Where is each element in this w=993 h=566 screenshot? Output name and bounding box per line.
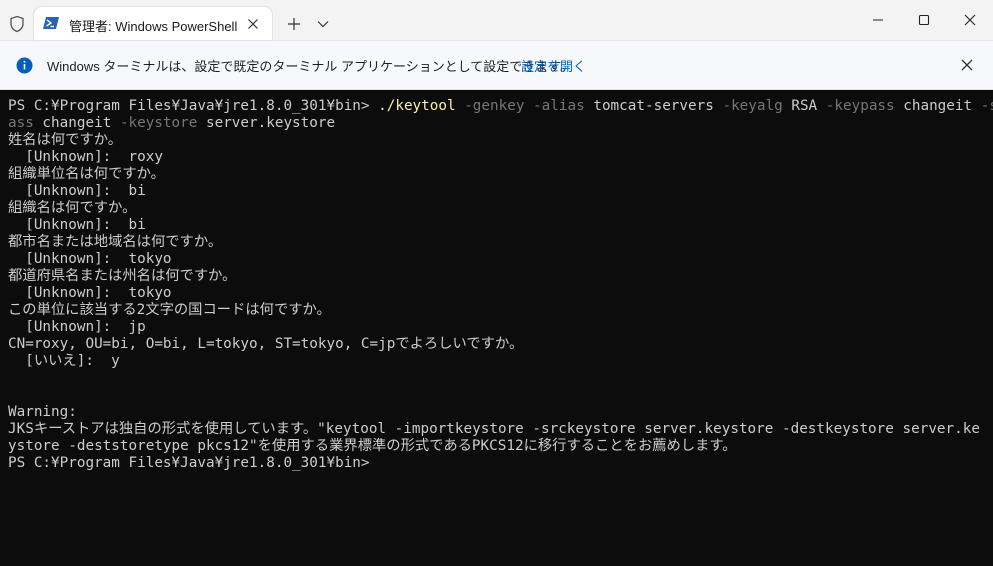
close-infobar-icon[interactable]: [959, 57, 975, 73]
command-parameter: -keyalg: [713, 98, 783, 114]
terminal-line: この単位に該当する2文字の国コードは何ですか。: [8, 302, 331, 318]
command-parameter: -keystore: [111, 115, 198, 131]
command-argument: tomcat-servers: [584, 98, 714, 114]
command-parameter: -genkey: [455, 98, 525, 114]
terminal-line: 組織名は何ですか。: [8, 200, 137, 216]
terminal-line: [いいえ]: y: [8, 353, 120, 369]
terminal-line: JKSキーストアは独自の形式を使用しています。"keytool -importk…: [8, 421, 980, 437]
close-window-button[interactable]: [947, 0, 993, 40]
terminal-output[interactable]: PS C:¥Program Files¥Java¥jre1.8.0_301¥bi…: [0, 90, 993, 566]
minimize-button[interactable]: [855, 0, 901, 40]
new-tab-plus-icon[interactable]: [285, 15, 303, 33]
open-settings-link[interactable]: 設定を開く: [521, 56, 586, 75]
terminal-line: [Unknown]: jp: [8, 319, 146, 335]
maximize-button[interactable]: [901, 0, 947, 40]
chevron-down-icon[interactable]: [315, 18, 331, 30]
infobar-message: Windows ターミナルは、設定で既定のターミナル アプリケーションとして設定…: [47, 59, 574, 74]
terminal-line: 都道府県名または州名は何ですか。: [8, 268, 237, 284]
terminal-line: 都市名または地域名は何ですか。: [8, 234, 223, 250]
tab-title: 管理者: Windows PowerShell: [69, 19, 238, 34]
command-exe: ./keytool: [378, 98, 456, 114]
terminal-line: 姓名は何ですか。: [8, 132, 123, 148]
command-line-2: ass changeit -keystore server.keystore: [8, 115, 993, 132]
command-argument: RSA: [782, 98, 818, 114]
terminal-line: ystore -deststoretype pkcs12"を使用する業界標準の形…: [8, 438, 737, 454]
minimize-icon: [873, 19, 883, 21]
info-icon: [16, 57, 33, 74]
title-bar: 管理者: Windows PowerShell: [0, 0, 993, 41]
close-tab-icon[interactable]: [245, 16, 261, 32]
command-parameter: ass: [8, 115, 34, 131]
terminal-line: PS C:¥Program Files¥Java¥jre1.8.0_301¥bi…: [8, 455, 370, 471]
command-argument: changeit: [894, 98, 973, 114]
maximize-icon: [918, 14, 930, 26]
command-parameter: -alias: [524, 98, 585, 114]
command-parameter: -keypass: [817, 98, 895, 114]
prompt: PS C:¥Program Files¥Java¥jre1.8.0_301¥bi…: [8, 98, 379, 114]
command-argument: server.keystore: [197, 115, 336, 131]
terminal-line: [Unknown]: roxy: [8, 149, 163, 165]
close-icon: [964, 14, 976, 26]
tab-powershell[interactable]: 管理者: Windows PowerShell: [34, 7, 272, 40]
terminal-line: [Unknown]: bi: [8, 217, 146, 233]
terminal-line: [Unknown]: bi: [8, 183, 146, 199]
terminal-line: 組織単位名は何ですか。: [8, 166, 165, 182]
terminal-line: [Unknown]: tokyo: [8, 251, 172, 267]
default-terminal-infobar: Windows ターミナルは、設定で既定のターミナル アプリケーションとして設定…: [0, 41, 993, 90]
command-parameter: -storep: [980, 98, 993, 114]
shield-icon: [10, 15, 24, 33]
terminal-line: CN=roxy, OU=bi, O=bi, L=tokyo, ST=tokyo,…: [8, 336, 524, 352]
terminal-line: [Unknown]: tokyo: [8, 285, 172, 301]
terminal-line: Warning:: [8, 404, 77, 420]
powershell-icon: [43, 17, 59, 29]
command-argument: changeit: [33, 115, 112, 131]
command-line-1: PS C:¥Program Files¥Java¥jre1.8.0_301¥bi…: [8, 98, 993, 115]
